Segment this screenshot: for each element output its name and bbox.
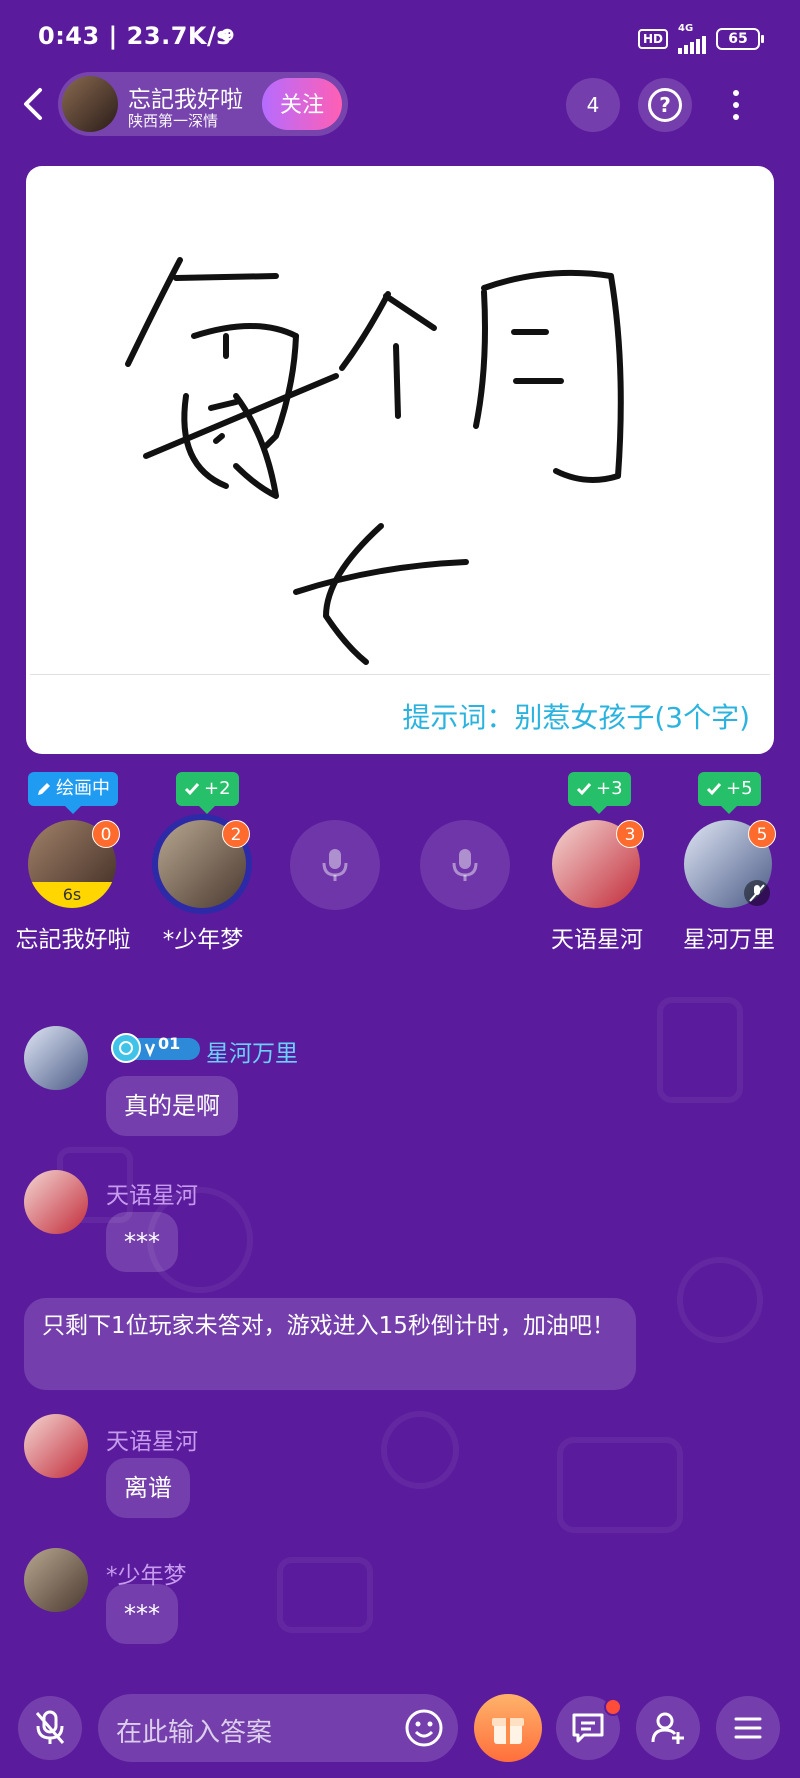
notification-dot [604,1698,622,1716]
back-icon[interactable] [18,84,48,124]
seat-1[interactable]: 6s 0 忘記我好啦 [16,820,131,953]
prompt-hint: 提示词：别惹女孩子(3个字) [402,701,750,734]
menu-icon [734,1717,762,1739]
canvas-divider [30,674,770,675]
status-time: 0:43 | 23.7K/s [38,22,232,50]
online-count-button[interactable]: 4 [566,78,620,132]
draw-timer: 6s [28,882,116,908]
status-bar: 0:43 | 23.7K/s ☻ HD 4G 65 [0,0,800,72]
gift-button[interactable] [474,1694,542,1762]
score-badge: 0 [92,820,120,848]
host-subtitle: 陕西第一深情 [128,112,219,130]
empty-seat[interactable] [420,820,510,910]
seat-2[interactable]: 2 *少年梦 [158,820,250,953]
chat-bubble: 真的是啊 [106,1076,238,1136]
chat-bubble: *** [106,1584,178,1644]
help-icon: ? [648,88,682,122]
vip-level-badge [111,1033,200,1063]
emoji-icon[interactable] [404,1708,444,1748]
check-icon [184,783,200,796]
chat-username[interactable]: 星河万里 [206,1034,298,1068]
drawing-status-label: 绘画中 [56,778,110,799]
pencil-icon [38,783,50,795]
check-icon [576,783,592,796]
check-icon [706,783,722,796]
score-tag: +5 [698,772,761,814]
score-badge: 5 [748,820,776,848]
chat-avatar[interactable] [24,1170,88,1234]
empty-seat[interactable] [290,820,380,910]
chat-username[interactable]: 天语星河 [106,1176,198,1210]
host-name: 忘記我好啦 [128,87,243,113]
signal-icon [678,34,706,54]
score-tag-label: +2 [204,778,231,799]
mic-icon [322,849,348,881]
muted-mic-icon [744,880,770,906]
menu-button[interactable] [716,1696,780,1760]
network-label: 4G [678,23,694,34]
more-icon[interactable] [726,84,746,128]
seat-6[interactable]: 5 星河万里 [683,820,776,953]
seat-name: 星河万里 [683,927,775,953]
score-badge: 3 [616,820,644,848]
score-tag: +2 [176,772,239,814]
mic-icon [452,849,478,881]
add-friend-button[interactable] [636,1696,700,1760]
battery-icon: 65 [716,28,764,50]
score-tag-label: +3 [596,778,623,799]
seat-name: 天语星河 [551,927,643,953]
chat-bubble: 离谱 [106,1458,190,1518]
drawing-strokes [125,257,624,665]
seat-name: 忘記我好啦 [15,927,131,953]
host-card[interactable]: 忘記我好啦 陕西第一深情 关注 [58,72,348,136]
follow-button[interactable]: 关注 [262,78,342,130]
chat-icon [572,1713,604,1743]
score-tag: +3 [568,772,631,814]
host-avatar[interactable] [62,76,118,132]
score-tag-label: +5 [726,778,753,799]
drawing-status-tag: 绘画中 [28,772,118,814]
chat-avatar[interactable] [24,1414,88,1478]
status-right: HD 4G 65 [637,23,764,54]
system-message: 只剩下1位玩家未答对，游戏进入15秒倒计时，加油吧！ [24,1298,636,1390]
mic-toggle-button[interactable] [18,1696,82,1760]
chat-avatar[interactable] [24,1548,88,1612]
answer-placeholder: 在此输入答案 [116,1718,273,1748]
chat-avatar[interactable] [24,1026,88,1090]
vip-level-label: 01 [158,1034,181,1053]
chat-username[interactable]: 天语星河 [106,1422,198,1456]
mic-off-icon [35,1710,65,1744]
seat-5[interactable]: 3 天语星河 [551,820,644,953]
help-button[interactable]: ? [638,78,692,132]
score-badge: 2 [222,820,250,848]
hd-badge: HD [637,29,668,49]
seat-name: *少年梦 [162,927,244,953]
chat-bubble: *** [106,1212,178,1272]
gift-icon [492,1718,524,1744]
drawing-canvas[interactable]: 提示词：别惹女孩子(3个字) [26,166,774,754]
notification-icon: ☻ [220,28,235,44]
answer-input[interactable]: 在此输入答案 [98,1694,458,1762]
online-count: 4 [586,93,600,117]
add-user-icon [651,1712,684,1744]
